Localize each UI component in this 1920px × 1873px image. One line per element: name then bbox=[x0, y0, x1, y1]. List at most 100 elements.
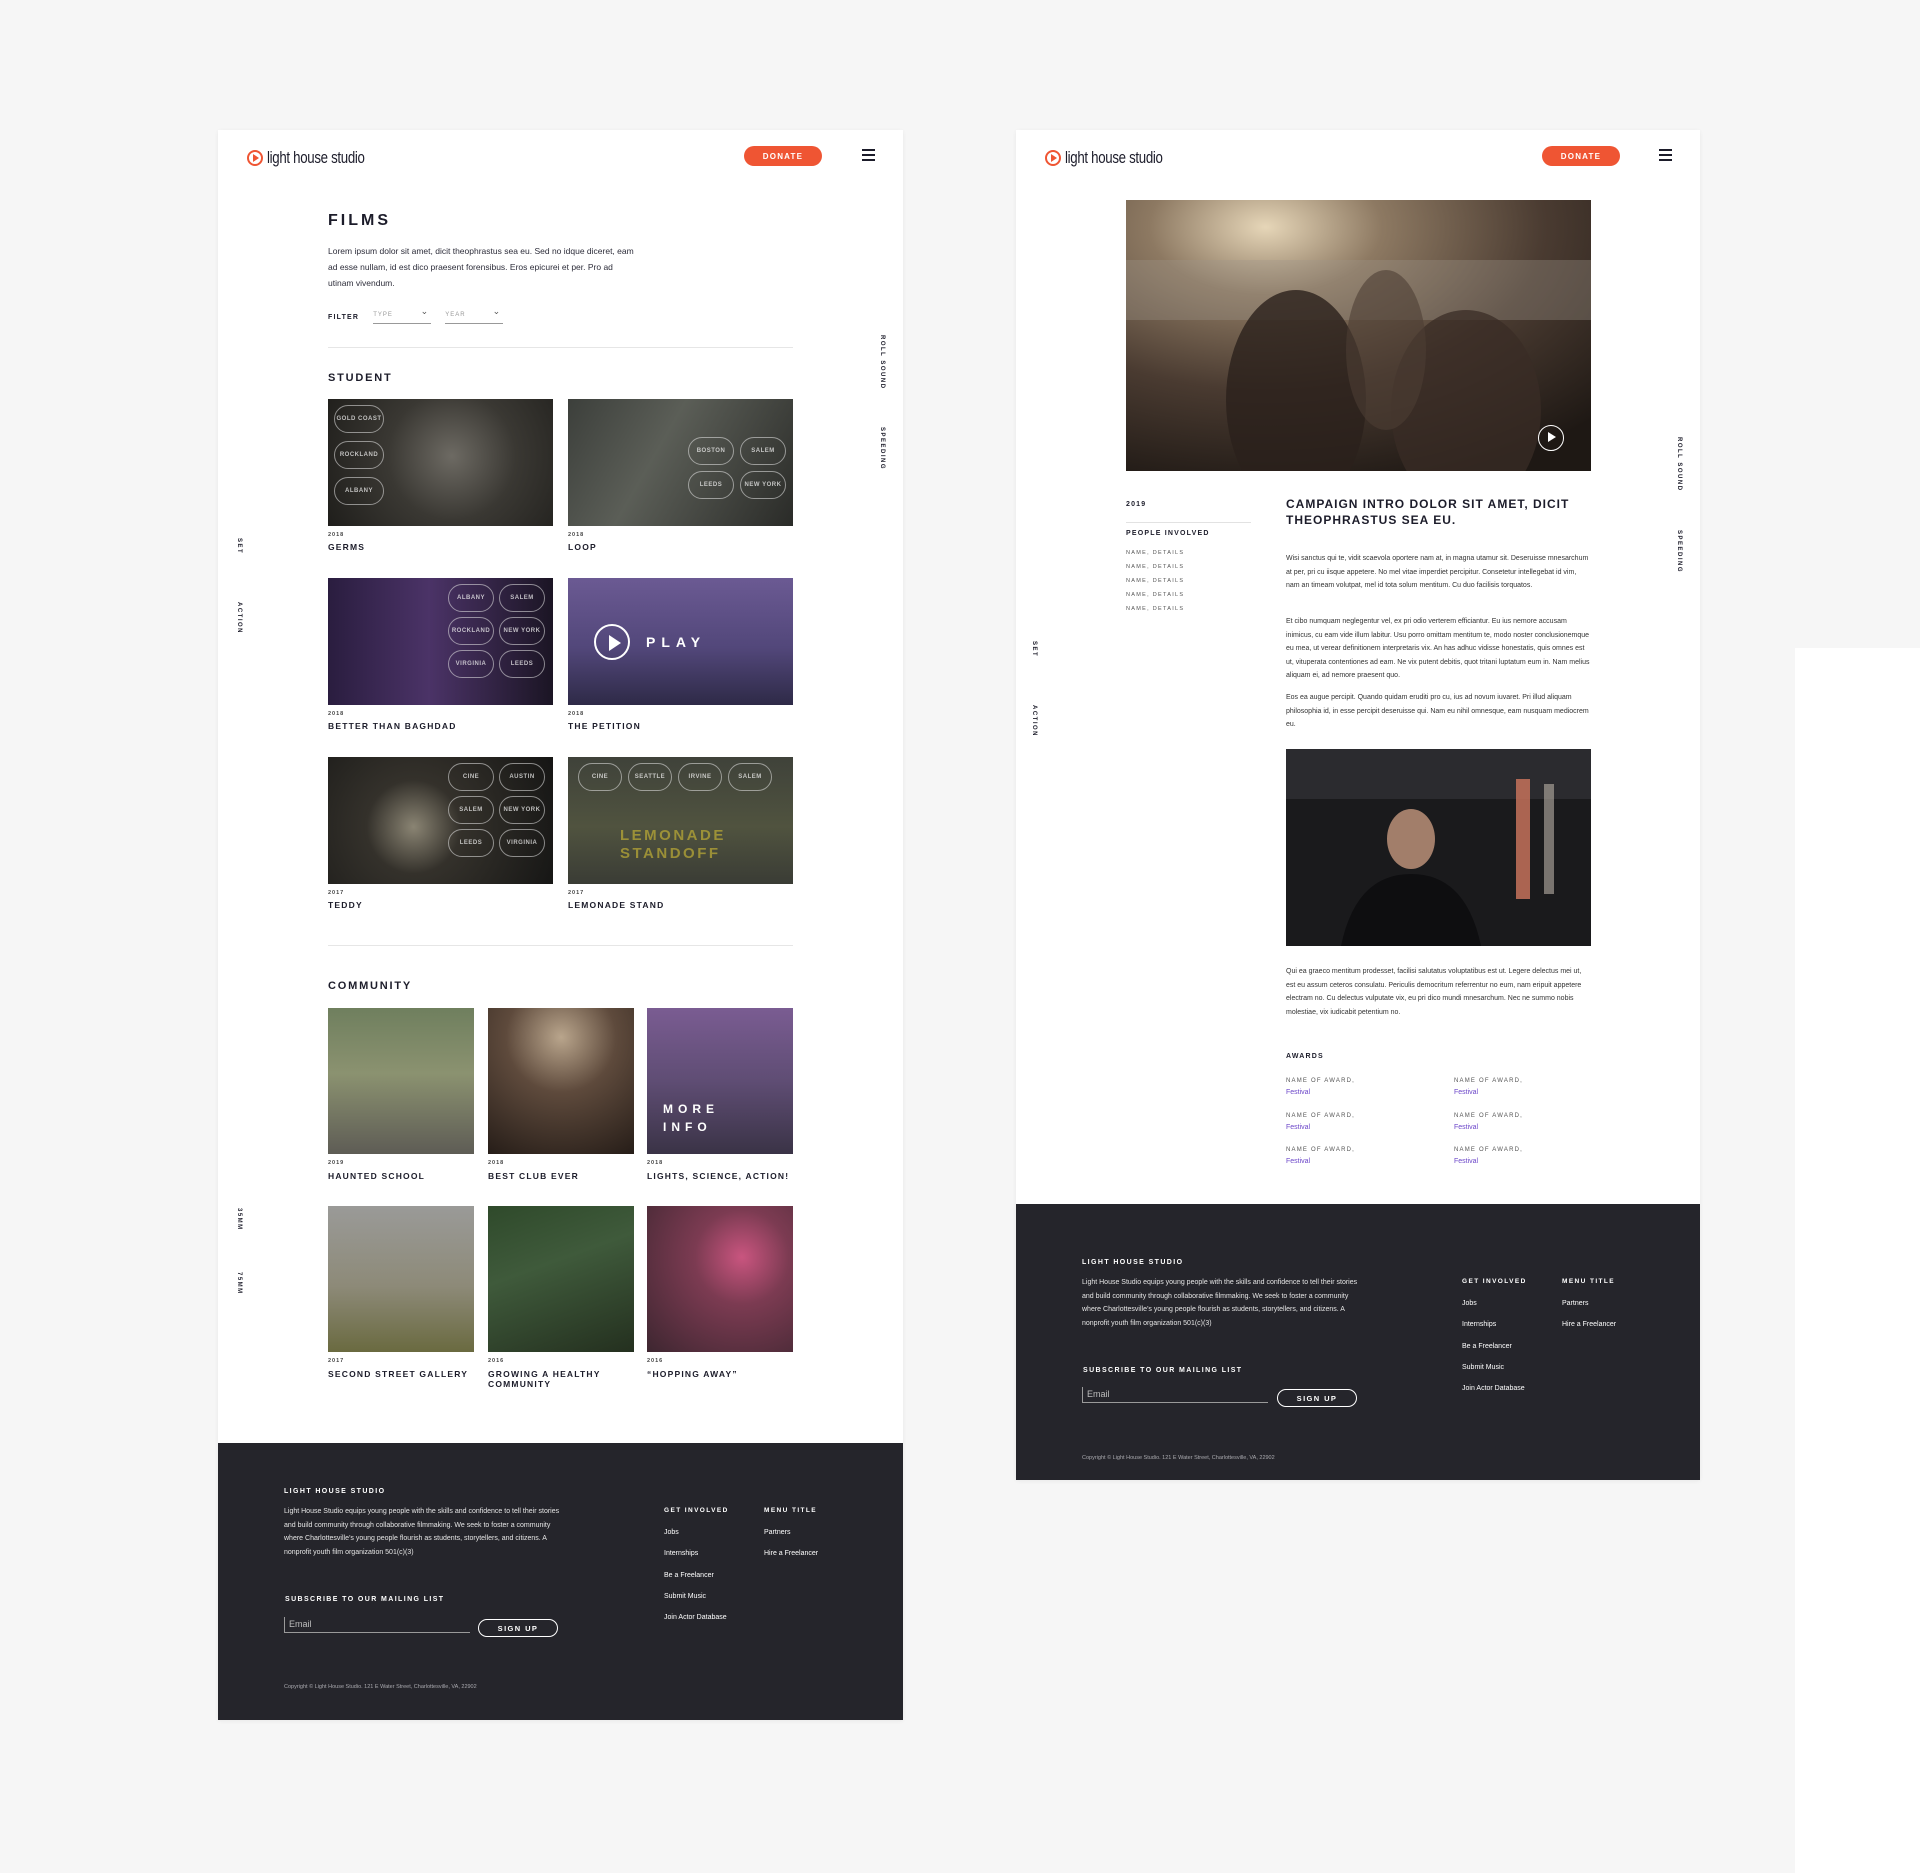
hero-image bbox=[1126, 200, 1591, 471]
film-title[interactable]: LOOP bbox=[568, 542, 597, 552]
portrait-photo bbox=[1286, 749, 1591, 946]
footer-link-internships[interactable]: Internships bbox=[664, 1550, 698, 1557]
film-year: 2017 bbox=[328, 1358, 345, 1364]
film-thumbnail[interactable] bbox=[328, 1008, 474, 1154]
copyright: Copyright © Light House Studio. 121 E Wa… bbox=[1082, 1455, 1275, 1461]
footer-col-title: MENU TITLE bbox=[764, 1507, 817, 1514]
divider bbox=[328, 347, 793, 348]
award-name: NAME OF AWARD, bbox=[1454, 1078, 1524, 1084]
film-title[interactable]: LIGHTS, SCIENCE, ACTION! bbox=[647, 1171, 789, 1181]
footer-link-submit-music[interactable]: Submit Music bbox=[664, 1593, 706, 1600]
side-label-roll-sound: ROLL SOUND bbox=[1676, 437, 1682, 492]
film-thumbnail[interactable]: ALBANY SALEM ROCKLAND NEW YORK VIRGINIA … bbox=[328, 578, 553, 705]
logo-text: light house studio bbox=[1065, 148, 1163, 167]
film-thumbnail[interactable] bbox=[647, 1206, 793, 1352]
page-title: FILMS bbox=[328, 212, 391, 229]
film-title[interactable]: BEST CLUB EVER bbox=[488, 1171, 579, 1181]
film-title[interactable]: GROWING A HEALTHY COMMUNITY bbox=[488, 1369, 608, 1389]
film-thumbnail[interactable]: BOSTON SALEM LEEDS NEW YORK bbox=[568, 399, 793, 526]
hamburger-icon[interactable] bbox=[1659, 149, 1672, 161]
laurel-badge: NEW YORK bbox=[499, 796, 545, 824]
donate-button[interactable]: DONATE bbox=[1542, 146, 1620, 166]
hamburger-icon[interactable] bbox=[862, 149, 875, 161]
footer-link-hire-freelancer[interactable]: Hire a Freelancer bbox=[764, 1550, 818, 1557]
sign-up-button[interactable]: SIGN UP bbox=[1277, 1389, 1357, 1407]
film-year: 2019 bbox=[1126, 501, 1147, 508]
footer-link-hire-freelancer[interactable]: Hire a Freelancer bbox=[1562, 1321, 1616, 1328]
films-page: light house studio DONATE ROLL SOUND SPE… bbox=[218, 130, 903, 1720]
side-label-75mm: 75MM bbox=[236, 1272, 242, 1295]
play-overlay[interactable]: PLAY bbox=[594, 624, 706, 660]
film-thumbnail[interactable] bbox=[328, 1206, 474, 1352]
more-info-line[interactable]: INFO bbox=[663, 1118, 719, 1136]
footer-link-actor-database[interactable]: Join Actor Database bbox=[1462, 1385, 1525, 1392]
film-thumbnail[interactable] bbox=[488, 1206, 634, 1352]
site-header: light house studio DONATE bbox=[1016, 130, 1700, 200]
site-footer: LIGHT HOUSE STUDIO Light House Studio eq… bbox=[1016, 1204, 1700, 1480]
award-festival-link[interactable]: Festival bbox=[1286, 1124, 1310, 1131]
footer-col-title: GET INVOLVED bbox=[1462, 1278, 1527, 1285]
year-select[interactable]: YEAR bbox=[445, 306, 504, 324]
laurel-group: CINE SEATTLE IRVINE SALEM bbox=[578, 763, 772, 791]
divider bbox=[328, 945, 793, 946]
film-title[interactable]: BETTER THAN BAGHDAD bbox=[328, 721, 457, 731]
play-icon[interactable] bbox=[594, 624, 630, 660]
sign-up-button[interactable]: SIGN UP bbox=[478, 1619, 558, 1637]
hero-video[interactable] bbox=[1126, 200, 1591, 471]
footer-link-internships[interactable]: Internships bbox=[1462, 1321, 1496, 1328]
play-label[interactable]: PLAY bbox=[646, 634, 706, 650]
film-thumbnail[interactable]: CINE SEATTLE IRVINE SALEM LEMONADE STAND… bbox=[568, 757, 793, 884]
footer-link-freelancer[interactable]: Be a Freelancer bbox=[1462, 1343, 1512, 1350]
award-festival-link[interactable]: Festival bbox=[1286, 1158, 1310, 1165]
film-year: 2019 bbox=[328, 1160, 345, 1166]
film-thumbnail[interactable]: CINE AUSTIN SALEM NEW YORK LEEDS VIRGINI… bbox=[328, 757, 553, 884]
footer-link-actor-database[interactable]: Join Actor Database bbox=[664, 1614, 727, 1621]
body-paragraph: Qui ea graeco mentitum prodesset, facili… bbox=[1286, 968, 1582, 1016]
film-title[interactable]: GERMS bbox=[328, 542, 365, 552]
logo[interactable]: light house studio bbox=[1045, 148, 1190, 168]
film-thumbnail[interactable]: GOLD COAST ROCKLAND ALBANY bbox=[328, 399, 553, 526]
email-input[interactable]: Email bbox=[1082, 1387, 1268, 1403]
play-icon[interactable] bbox=[1538, 425, 1564, 451]
logo[interactable]: light house studio bbox=[247, 148, 392, 168]
film-title[interactable]: HAUNTED SCHOOL bbox=[328, 1171, 425, 1181]
type-select[interactable]: TYPE bbox=[373, 306, 432, 324]
footer-link-freelancer[interactable]: Be a Freelancer bbox=[664, 1572, 714, 1579]
award-festival-link[interactable]: Festival bbox=[1286, 1089, 1310, 1096]
film-title[interactable]: “HOPPING AWAY” bbox=[647, 1369, 738, 1379]
more-info-line[interactable]: MORE bbox=[663, 1100, 719, 1118]
film-thumbnail[interactable]: MORE INFO bbox=[647, 1008, 793, 1154]
footer-link-partners[interactable]: Partners bbox=[764, 1529, 790, 1536]
laurel-badge: AUSTIN bbox=[499, 763, 545, 791]
footer-link-jobs[interactable]: Jobs bbox=[1462, 1300, 1477, 1307]
footer-about: Light House Studio equips young people w… bbox=[284, 1508, 560, 1556]
film-thumbnail[interactable] bbox=[488, 1008, 634, 1154]
laurel-group: GOLD COAST ROCKLAND ALBANY bbox=[334, 405, 384, 505]
laurel-badge: SALEM bbox=[499, 584, 545, 612]
footer-link-submit-music[interactable]: Submit Music bbox=[1462, 1364, 1504, 1371]
divider bbox=[1126, 522, 1251, 523]
footer-link-jobs[interactable]: Jobs bbox=[664, 1529, 679, 1536]
email-input[interactable]: Email bbox=[284, 1617, 470, 1633]
side-label-speeding: SPEEDING bbox=[1676, 530, 1682, 574]
film-title[interactable]: LEMONADE STAND bbox=[568, 900, 664, 910]
film-title[interactable]: THE PETITION bbox=[568, 721, 641, 731]
person-entry: NAME, DETAILS bbox=[1126, 606, 1185, 612]
film-thumbnail[interactable]: PLAY bbox=[568, 578, 793, 705]
film-title[interactable]: SECOND STREET GALLERY bbox=[328, 1369, 468, 1379]
film-year: 2018 bbox=[568, 532, 585, 538]
student-section-title: STUDENT bbox=[328, 372, 393, 384]
award-festival-link[interactable]: Festival bbox=[1454, 1089, 1478, 1096]
film-year: 2017 bbox=[328, 890, 345, 896]
body-paragraph: Eos ea augue percipit. Quando quidam eru… bbox=[1286, 694, 1589, 728]
footer-link-partners[interactable]: Partners bbox=[1562, 1300, 1588, 1307]
award-festival-link[interactable]: Festival bbox=[1454, 1124, 1478, 1131]
laurel-badge: VIRGINIA bbox=[499, 829, 545, 857]
person-entry: NAME, DETAILS bbox=[1126, 550, 1185, 556]
film-title[interactable]: TEDDY bbox=[328, 900, 363, 910]
film-year: 2018 bbox=[328, 532, 345, 538]
award-festival-link[interactable]: Festival bbox=[1454, 1158, 1478, 1165]
more-info-overlay[interactable]: MORE INFO bbox=[663, 1100, 719, 1136]
footer-title: LIGHT HOUSE STUDIO bbox=[284, 1488, 386, 1495]
donate-button[interactable]: DONATE bbox=[744, 146, 822, 166]
